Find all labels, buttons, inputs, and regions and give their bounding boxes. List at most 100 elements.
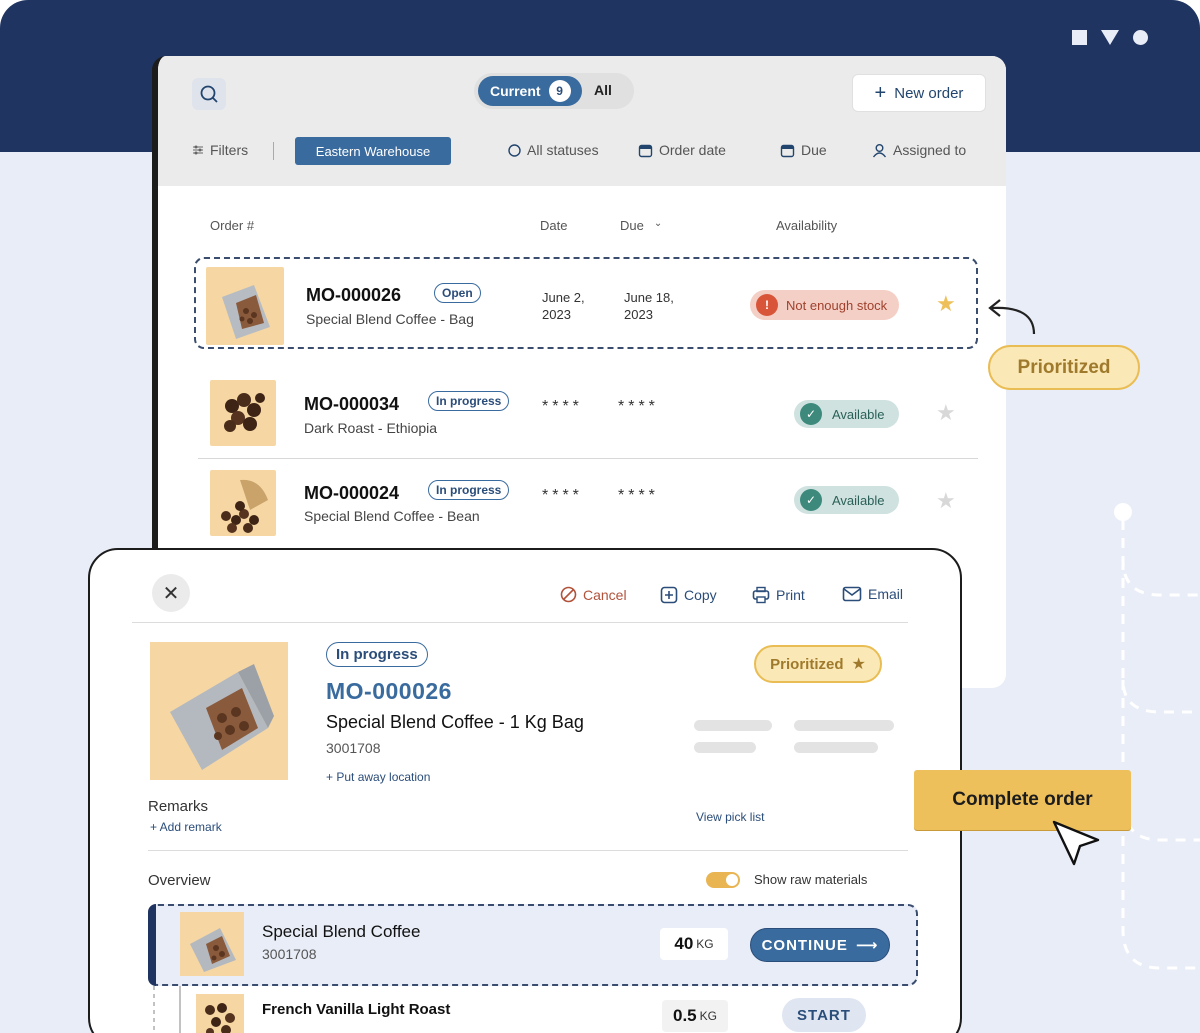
status-filter[interactable]: All statuses [508,142,599,158]
product-title: Special Blend Coffee - 1 Kg Bag [326,712,584,732]
skeleton-line [694,720,772,731]
put-away-location-link[interactable]: + Put away location [326,770,430,784]
skeleton-line [694,742,756,753]
due-date-masked: **** [618,487,659,504]
order-number[interactable]: MO-000034 [304,394,399,415]
remarks-heading: Remarks [148,798,209,815]
tab-all[interactable]: All [594,82,612,98]
print-label: Print [776,587,805,603]
skeleton-line [794,742,878,753]
alert-icon: ! [756,294,778,316]
calendar-icon [638,144,653,157]
tab-current-label: Current [490,83,541,99]
triangle-down-icon[interactable] [1101,30,1119,45]
status-badge: Open [434,283,481,303]
column-header-availability[interactable]: Availability [776,218,837,233]
availability-label: Available [832,492,885,508]
new-order-button[interactable]: + New order [852,74,986,112]
envelope-icon [842,586,862,602]
order-date-label: Order date [659,142,726,158]
divider [132,622,908,623]
cursor-arrow-icon [1052,820,1100,866]
copy-label: Copy [684,587,717,603]
column-header-order[interactable]: Order # [210,218,254,233]
email-label: Email [868,586,904,602]
coffee-beans-image [224,393,265,432]
divider [273,142,274,160]
item-quantity: 40 KG [660,928,728,960]
status-badge: In progress [428,391,510,411]
tree-connector [153,986,181,1033]
circle-icon[interactable] [1133,30,1148,45]
column-header-due-sort[interactable]: Due ⌄ [620,218,662,233]
item-name: Special Blend Coffee [262,922,421,941]
product-thumbnail [206,267,284,345]
coffee-bag-image [222,285,270,339]
order-date-filter[interactable]: Order date [638,142,726,158]
product-name: Special Blend Coffee - Bag [306,311,474,327]
new-order-label: New order [894,84,964,102]
due-filter-label: Due [801,142,827,158]
show-raw-materials-toggle[interactable] [706,872,740,888]
product-thumbnail [196,994,244,1033]
calendar-icon [780,144,795,157]
product-thumbnail [210,380,276,446]
prioritized-label: Prioritized [770,655,844,673]
coffee-sack-image [221,479,268,533]
orders-toolbar: Current 9 All + New order Filters Easter… [158,56,1006,186]
filters-label: Filters [210,142,249,158]
column-header-due: Due [620,218,644,233]
due-filter[interactable]: Due [780,142,827,158]
view-toggle: Current 9 All [474,73,634,109]
skeleton-line [794,720,894,731]
column-header-date[interactable]: Date [540,218,567,233]
assigned-filter-label: Assigned to [893,142,967,158]
availability-badge: ✓ Available [794,400,899,428]
quantity-value: 40 [674,934,694,953]
window-controls [1072,30,1148,45]
item-name: French Vanilla Light Roast [262,1001,451,1018]
coffee-bag-image [190,928,236,972]
print-button[interactable]: Print [752,586,805,604]
order-date: June 2, 2023 [542,290,585,322]
square-icon[interactable] [1072,30,1087,45]
selection-bar [148,904,156,986]
star-filled-icon[interactable]: ★ [936,293,956,315]
order-number: MO-000026 [306,285,402,305]
close-button[interactable]: ✕ [152,574,190,612]
quantity-unit: KG [699,1009,717,1023]
item-sku: 3001708 [262,946,317,962]
search-button[interactable] [192,78,226,110]
overview-item-row[interactable]: Special Blend Coffee 3001708 40 KG CONTI… [148,904,918,986]
copy-button[interactable]: Copy [660,586,717,604]
order-number[interactable]: MO-000024 [304,483,399,504]
arrow-right-icon: ⟶ [855,937,879,954]
availability-badge: ✓ Available [794,486,899,514]
cancel-button[interactable]: Cancel [560,586,627,603]
due-date: June 18, 2023 [624,290,674,322]
warehouse-filter-chip[interactable]: Eastern Warehouse [295,137,451,165]
start-button[interactable]: START [782,998,866,1032]
copy-icon [660,586,678,604]
continue-button[interactable]: CONTINUE ⟶ [750,928,890,962]
star-outline-icon[interactable]: ★ [936,402,956,424]
view-pick-list-link[interactable]: View pick list [696,810,764,824]
star-outline-icon[interactable]: ★ [936,490,956,512]
toggle-knob [726,874,738,886]
add-remark-link[interactable]: + Add remark [150,820,222,834]
printer-icon [752,586,770,604]
overview-heading: Overview [148,872,211,889]
product-image [150,642,288,780]
email-button[interactable]: Email [842,586,903,602]
continue-label: CONTINUE [761,936,848,954]
order-number-title: MO-000026 [326,678,452,704]
prioritized-badge[interactable]: Prioritized ★ [754,645,882,683]
tab-current[interactable]: Current 9 [478,76,582,106]
table-row[interactable]: MO-000026 Open Special Blend Coffee - Ba… [194,257,978,349]
app-stage: Current 9 All + New order Filters Easter… [0,0,1200,1033]
filters-button[interactable]: Filters [192,142,248,158]
close-icon: ✕ [162,582,180,605]
status-filter-label: All statuses [527,142,599,158]
assigned-filter[interactable]: Assigned to [872,142,966,158]
order-date-masked: **** [542,398,583,415]
